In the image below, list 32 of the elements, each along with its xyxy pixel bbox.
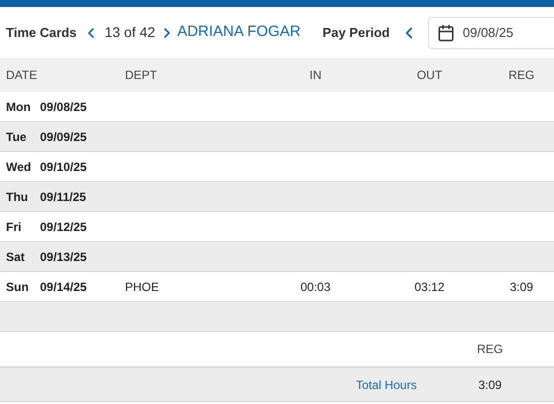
date-cell-text: 09/12/25 — [40, 218, 87, 236]
total-hours-value: 3:09 — [477, 376, 503, 394]
column-header: DEPT — [125, 67, 158, 84]
table-cell: 3:09 — [510, 280, 534, 294]
column-header: IN — [308, 67, 322, 84]
table-cell: PHOE — [125, 280, 160, 294]
date-cell-text: 09/10/25 — [40, 158, 87, 176]
date-cell-text: 09/08/25 — [40, 98, 87, 116]
date-cell-text: 09/13/25 — [40, 248, 87, 266]
date-cell-text: 09/09/25 — [40, 128, 87, 146]
day-cell-text: Tue — [6, 128, 28, 146]
employee-name-link[interactable]: ADRIANA FOGAR — [177, 21, 301, 44]
column-header: OUT — [416, 67, 444, 84]
day-cell-text: Sat — [6, 248, 26, 266]
page-title: Time Cards — [6, 24, 77, 42]
total-hours-label: Total Hours — [356, 376, 418, 394]
day-cell-text: Mon — [6, 98, 32, 116]
pay-period-label: Pay Period — [322, 24, 390, 42]
record-counter: 13 of 42 — [104, 23, 156, 42]
column-header: REG — [507, 67, 536, 84]
summary-column-header: REG — [476, 341, 504, 358]
calendar-icon — [436, 24, 455, 42]
column-header: DATE — [5, 67, 38, 84]
table-cell: 03:12 — [414, 280, 445, 294]
table-cell: 00:03 — [300, 280, 331, 294]
day-cell-text: Thu — [6, 188, 29, 206]
date-cell-text: 09/11/25 — [40, 188, 86, 206]
day-cell-text: Sun — [6, 278, 30, 296]
date-field[interactable]: 09/08/25 — [428, 16, 554, 48]
date-cell-text: 09/14/25 — [40, 278, 87, 296]
day-cell-text: Fri — [6, 218, 22, 236]
day-cell-text: Wed — [6, 158, 32, 176]
